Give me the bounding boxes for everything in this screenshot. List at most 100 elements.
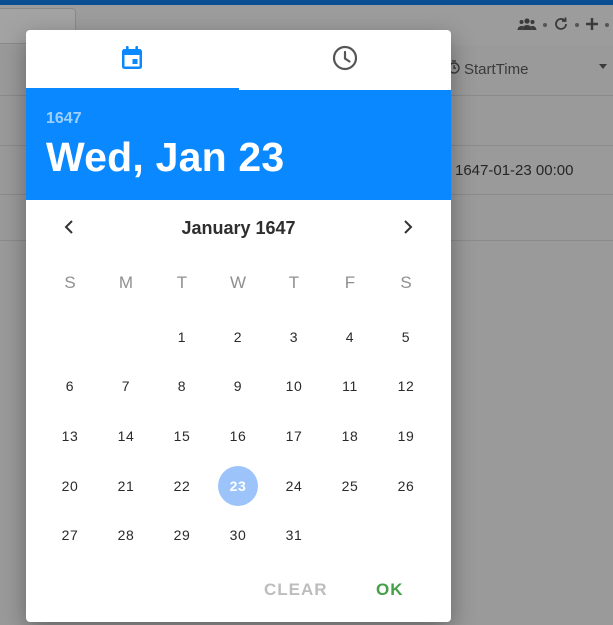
calendar-day[interactable]: 8	[154, 362, 210, 412]
calendar-day-label: 31	[285, 527, 303, 544]
calendar-day-label: 27	[61, 527, 79, 544]
calendar-day[interactable]: 21	[98, 461, 154, 511]
table-cell-starttime: 1647-01-23 00:00	[455, 162, 574, 179]
calendar-day-label: 30	[229, 527, 247, 544]
people-icon[interactable]	[517, 17, 537, 34]
calendar-day-label: 23	[218, 465, 258, 506]
calendar-day[interactable]: 4	[322, 312, 378, 362]
calendar-day-label: 15	[173, 427, 191, 444]
calendar-day-label: 14	[117, 427, 135, 444]
clear-button[interactable]: CLEAR	[264, 575, 328, 605]
month-navigation: January 1647	[26, 212, 451, 246]
calendar-day-empty	[42, 312, 98, 362]
calendar-day-label: 17	[285, 427, 303, 444]
header-year[interactable]: 1647	[46, 110, 82, 128]
date-picker-dialog: 1647 Wed, Jan 23 January 1647 S M T W T …	[26, 30, 451, 622]
calendar-day[interactable]: 31	[266, 510, 322, 560]
tab-time[interactable]	[239, 30, 452, 90]
picker-tabs	[26, 30, 451, 90]
calendar-day-label: 8	[177, 378, 187, 395]
calendar-day[interactable]: 6	[42, 362, 98, 412]
calendar-day[interactable]: 25	[322, 461, 378, 511]
calendar-icon	[120, 45, 144, 76]
calendar-day-label: 16	[229, 427, 247, 444]
calendar-day[interactable]: 10	[266, 362, 322, 412]
tab-date[interactable]	[26, 30, 239, 90]
calendar-day[interactable]: 7	[98, 362, 154, 412]
next-month-button[interactable]	[391, 212, 425, 246]
month-label: January 1647	[181, 218, 296, 238]
calendar-day[interactable]: 15	[154, 411, 210, 461]
selected-date-header: 1647 Wed, Jan 23	[26, 90, 451, 200]
calendar-day-label: 10	[285, 378, 303, 395]
weekday-label: W	[229, 273, 247, 292]
calendar-day-label: 1	[177, 328, 187, 345]
calendar-day[interactable]: 26	[378, 461, 434, 511]
weekday-label: T	[288, 273, 300, 292]
header-date[interactable]: Wed, Jan 23	[46, 134, 284, 181]
chevron-right-icon	[402, 219, 414, 240]
weekday-label: F	[344, 273, 356, 292]
calendar-day[interactable]: 29	[154, 510, 210, 560]
calendar-day-label: 18	[341, 427, 359, 444]
column-header-label: StartTime	[464, 60, 529, 78]
calendar-day-label: 26	[397, 477, 415, 494]
ok-button[interactable]: OK	[376, 575, 404, 605]
clock-icon	[332, 45, 358, 76]
calendar-day[interactable]: 19	[378, 411, 434, 461]
refresh-icon[interactable]	[553, 16, 569, 35]
calendar-day-label: 22	[173, 477, 191, 494]
column-sort-arrow-icon[interactable]	[599, 64, 607, 69]
calendar-day-label: 5	[401, 328, 411, 345]
calendar-day[interactable]: 24	[266, 461, 322, 511]
calendar-day-label: 2	[233, 328, 243, 345]
calendar-day[interactable]: 9	[210, 362, 266, 412]
calendar-day-label: 28	[117, 527, 135, 544]
calendar-day[interactable]: 11	[322, 362, 378, 412]
calendar-day-empty	[98, 312, 154, 362]
add-icon[interactable]	[585, 17, 599, 34]
calendar-day-label: 12	[397, 378, 415, 395]
calendar-day[interactable]: 18	[322, 411, 378, 461]
app-toolbar	[517, 10, 613, 40]
weekday-label: S	[64, 273, 76, 292]
calendar-day[interactable]: 14	[98, 411, 154, 461]
calendar-day[interactable]: 13	[42, 411, 98, 461]
calendar-day-label: 29	[173, 527, 191, 544]
dropdown-dot-icon	[575, 23, 579, 27]
column-header-starttime[interactable]: StartTime	[448, 60, 528, 78]
dropdown-dot-icon	[605, 23, 609, 27]
calendar-day[interactable]: 12	[378, 362, 434, 412]
calendar-day[interactable]: 28	[98, 510, 154, 560]
calendar-day-label: 25	[341, 477, 359, 494]
calendar-day-grid: 1 2 3 4 5 6 7 8 9 10 11 12 13 14 15 16 17 18 19 20 21 22 23 24 2…	[42, 312, 434, 560]
calendar-day[interactable]: 22	[154, 461, 210, 511]
calendar-day-label: 21	[117, 477, 135, 494]
calendar-day-label: 3	[289, 328, 299, 345]
calendar-day-label: 13	[61, 427, 79, 444]
weekday-label: S	[400, 273, 412, 292]
dialog-actions: CLEAR OK	[26, 575, 451, 605]
calendar-day-selected[interactable]: 23	[210, 461, 266, 511]
calendar-day[interactable]: 3	[266, 312, 322, 362]
calendar-day[interactable]: 30	[210, 510, 266, 560]
calendar-day[interactable]: 1	[154, 312, 210, 362]
weekday-label: T	[176, 273, 188, 292]
calendar-day-label: 19	[397, 427, 415, 444]
dropdown-dot-icon	[543, 23, 547, 27]
calendar-day-label: 9	[233, 378, 243, 395]
calendar-day-label: 24	[285, 477, 303, 494]
weekday-header: S M T W T F S	[42, 273, 434, 293]
calendar-day[interactable]: 27	[42, 510, 98, 560]
calendar-day[interactable]: 2	[210, 312, 266, 362]
calendar-day[interactable]: 17	[266, 411, 322, 461]
calendar-day-label: 11	[342, 378, 358, 395]
calendar-day-label: 6	[65, 378, 75, 395]
calendar-day[interactable]: 5	[378, 312, 434, 362]
calendar-day[interactable]: 20	[42, 461, 98, 511]
calendar-day[interactable]: 16	[210, 411, 266, 461]
calendar-day-label: 7	[121, 378, 131, 395]
calendar-day-label: 4	[345, 328, 355, 345]
weekday-label: M	[118, 273, 134, 292]
calendar-day-label: 20	[61, 477, 79, 494]
